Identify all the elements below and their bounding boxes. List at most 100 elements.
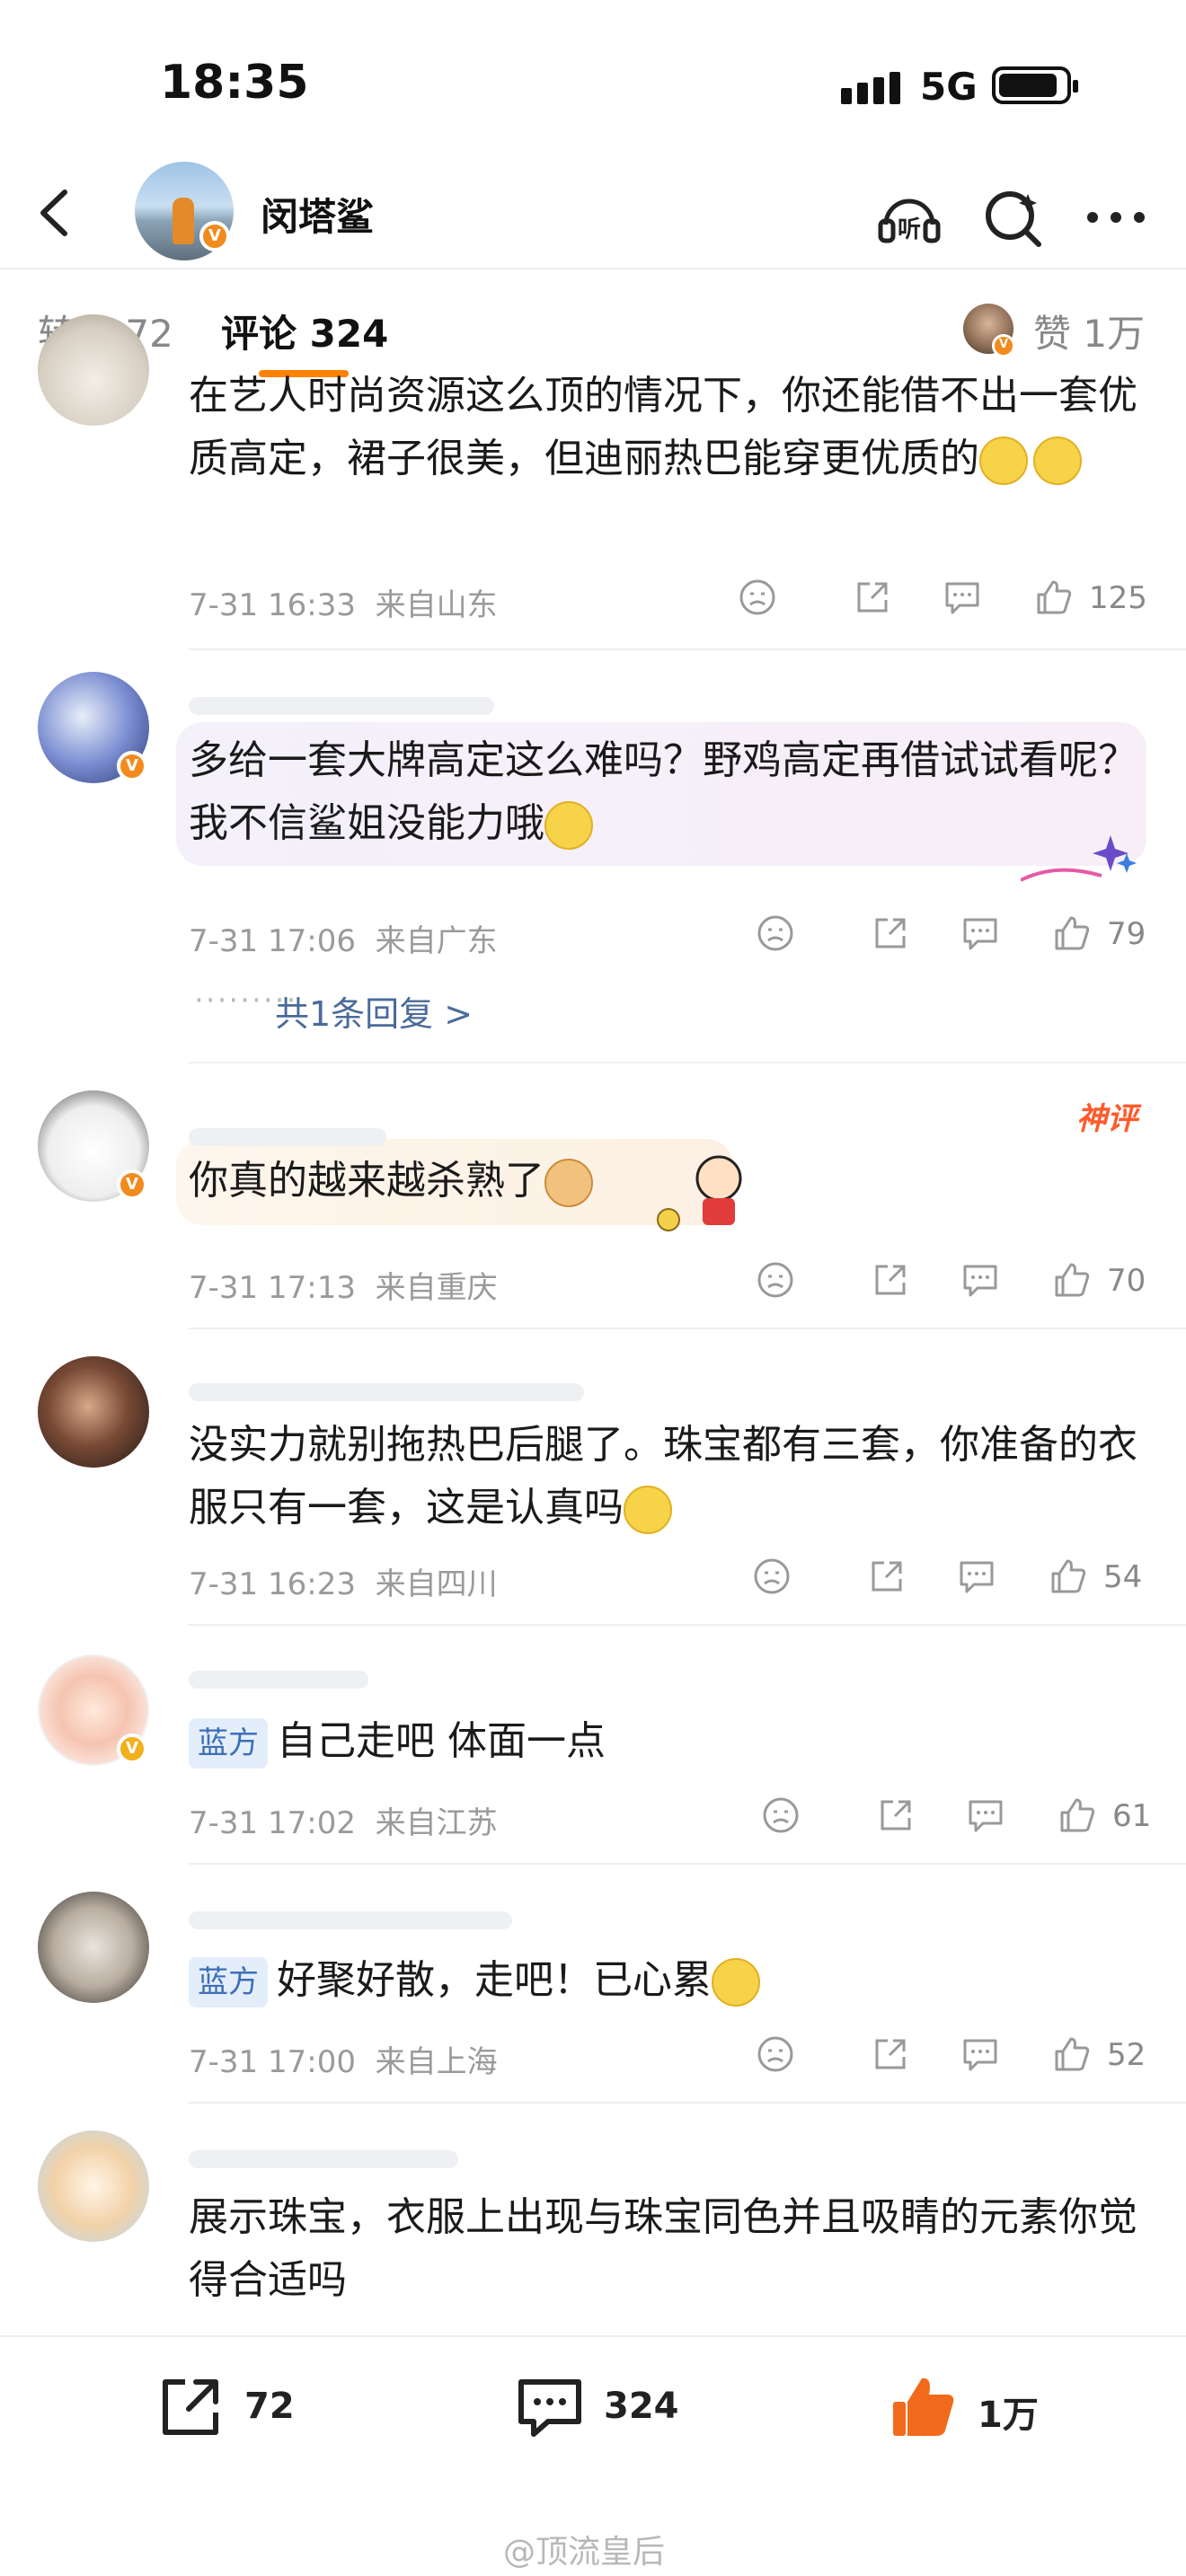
status-time: 18:35 [160,56,309,110]
comment-actions: 70 [755,1259,1150,1304]
battery-icon [992,66,1078,104]
like-count: 52 [1107,2037,1146,2073]
eye-roll-emoji-icon [624,1486,672,1534]
emoji-icon [544,801,593,850]
dislike-icon[interactable] [751,1556,792,1597]
username-redacted [189,1128,386,1146]
like-icon[interactable] [1057,1795,1098,1836]
comment-text: 没实力就别拖热巴后腿了。珠宝都有三套，你准备的衣服只有一套，这是认真吗 [189,1414,1150,1539]
username-redacted [189,697,494,715]
dislike-icon[interactable] [760,1795,801,1836]
comment-icon[interactable] [514,2371,586,2443]
top-comment-badge: 神评 [1076,1101,1137,1137]
watermark: @顶流皇后 [503,2534,666,2571]
comment-text: 多给一套大牌高定这么难吗？野鸡高定再借试试看呢？我不信鲨姐没能力哦 [189,729,1150,855]
share-icon[interactable] [870,913,911,954]
share-icon[interactable] [870,1259,911,1301]
repost-icon[interactable] [155,2371,226,2443]
reply-icon[interactable] [965,1795,1006,1836]
comment-actions: 61 [760,1795,1152,1839]
comment-actions: 125 [737,577,1150,622]
more-icon[interactable] [1080,181,1152,253]
username-redacted [189,2150,458,2168]
bottom-action-bar: 72 324 1万 @顶流皇后 [0,2335,1186,2576]
tab-comment[interactable]: 评论 324 [221,304,388,358]
dislike-icon[interactable] [755,913,796,954]
cartoon-sticker-icon [657,1155,742,1231]
like-count: 70 [1107,1263,1146,1299]
comment-item: 在艺人时尚资源这么顶的情况下，你还能借不出一套优质高定，裙子很美，但迪丽热巴能穿… [0,314,1186,650]
comment-text: 蓝方 自己走吧 体面一点 [189,1710,1150,1773]
comment-actions: 79 [755,913,1150,957]
comment-actions: 54 [751,1556,1150,1601]
emoji-icon [1033,437,1082,485]
verified-badge-icon: V [992,334,1015,357]
dislike-icon[interactable] [737,577,778,618]
comment-item: V 蓝方 自己走吧 体面一点 7-31 17:02 来自江苏 61 [0,1626,1186,1865]
share-icon[interactable] [866,1556,907,1597]
like-icon[interactable] [1051,913,1093,954]
commenter-avatar[interactable] [38,1892,149,2003]
comment-item: 蓝方 好聚好散，走吧！已心累 7-31 17:00 来自上海 52 [0,1865,1186,2104]
like-count: 61 [1112,1798,1152,1834]
team-tag: 蓝方 [189,1957,268,2007]
network-type: 5G [920,65,978,109]
comment-item: 没实力就别拖热巴后腿了。珠宝都有三套，你准备的衣服只有一套，这是认真吗 7-31… [0,1329,1186,1626]
comment-item: 展示珠宝，衣服上出现与珠宝同色并且吸睛的元素你觉得合适吗 [0,2104,1186,2335]
search-icon[interactable] [978,181,1049,253]
commenter-avatar[interactable] [38,2130,149,2242]
comment-meta: 7-31 17:02 来自江苏 [189,1805,498,1841]
verified-badge-icon: V [117,1169,147,1200]
comment-text: 在艺人时尚资源这么顶的情况下，你还能借不出一套优质高定，裙子很美，但迪丽热巴能穿… [189,365,1150,490]
comment-meta: 7-31 17:06 来自广东 [189,923,498,959]
share-icon[interactable] [870,2033,911,2075]
commenter-avatar[interactable] [38,1356,149,1468]
commenter-avatar[interactable] [38,314,149,426]
emoji-icon [712,1958,760,2007]
reply-icon[interactable] [960,913,1001,954]
svg-text:听: 听 [898,216,921,243]
comment-meta: 7-31 16:33 来自山东 [189,587,498,623]
comment-item: V 多给一套大牌高定这么难吗？野鸡高定再借试试看呢？我不信鲨姐没能力哦 7-31… [0,650,1186,1063]
back-arrow-icon[interactable] [25,181,88,244]
comment-text: 蓝方 好聚好散，走吧！已心累 [189,1949,1150,2012]
reply-icon[interactable] [956,1556,997,1597]
dislike-icon[interactable] [755,2033,796,2075]
like-count-total[interactable]: 1万 [978,2386,1039,2438]
username-redacted [189,1383,584,1401]
like-count: 79 [1107,916,1146,952]
like-icon[interactable] [1033,577,1075,618]
like-icon[interactable] [1051,2033,1093,2075]
repost-count[interactable]: 72 [244,2386,295,2427]
like-icon[interactable] [1048,1556,1089,1597]
team-tag: 蓝方 [189,1718,268,1769]
like-count: 125 [1089,580,1147,616]
dislike-icon[interactable] [755,1259,796,1301]
comment-actions: 52 [755,2033,1150,2078]
reply-icon[interactable] [942,577,983,618]
comment-text: 展示珠宝，衣服上出现与珠宝同色并且吸睛的元素你觉得合适吗 [189,2194,1137,2303]
tab-like[interactable]: 赞 1万 [1033,304,1145,358]
view-replies-link[interactable]: 共1条回复 > [275,986,473,1036]
comment-meta: 7-31 17:13 来自重庆 [189,1270,498,1306]
verified-badge-icon: V [199,221,230,251]
author-name[interactable]: 闵塔鲨 [261,187,374,242]
comment-meta: 7-31 16:23 来自四川 [189,1566,498,1602]
reply-icon[interactable] [960,2033,1001,2075]
reply-icon[interactable] [960,1259,1001,1301]
comment-meta: 7-31 17:00 来自上海 [189,2044,498,2080]
username-redacted [189,1671,368,1689]
share-icon[interactable] [875,1795,916,1836]
like-filled-icon[interactable] [888,2371,960,2443]
verified-badge-icon: V [117,1734,147,1764]
listen-icon[interactable]: 听 [873,181,945,253]
dog-emoji-icon [544,1159,593,1207]
comment-count[interactable]: 324 [604,2386,679,2427]
username-redacted [189,1911,512,1929]
status-bar: 18:35 5G [0,0,1186,162]
signal-icon [841,70,913,104]
like-icon[interactable] [1051,1259,1093,1301]
share-icon[interactable] [852,577,893,618]
emoji-icon [979,437,1028,485]
verified-badge-icon: V [117,751,147,781]
